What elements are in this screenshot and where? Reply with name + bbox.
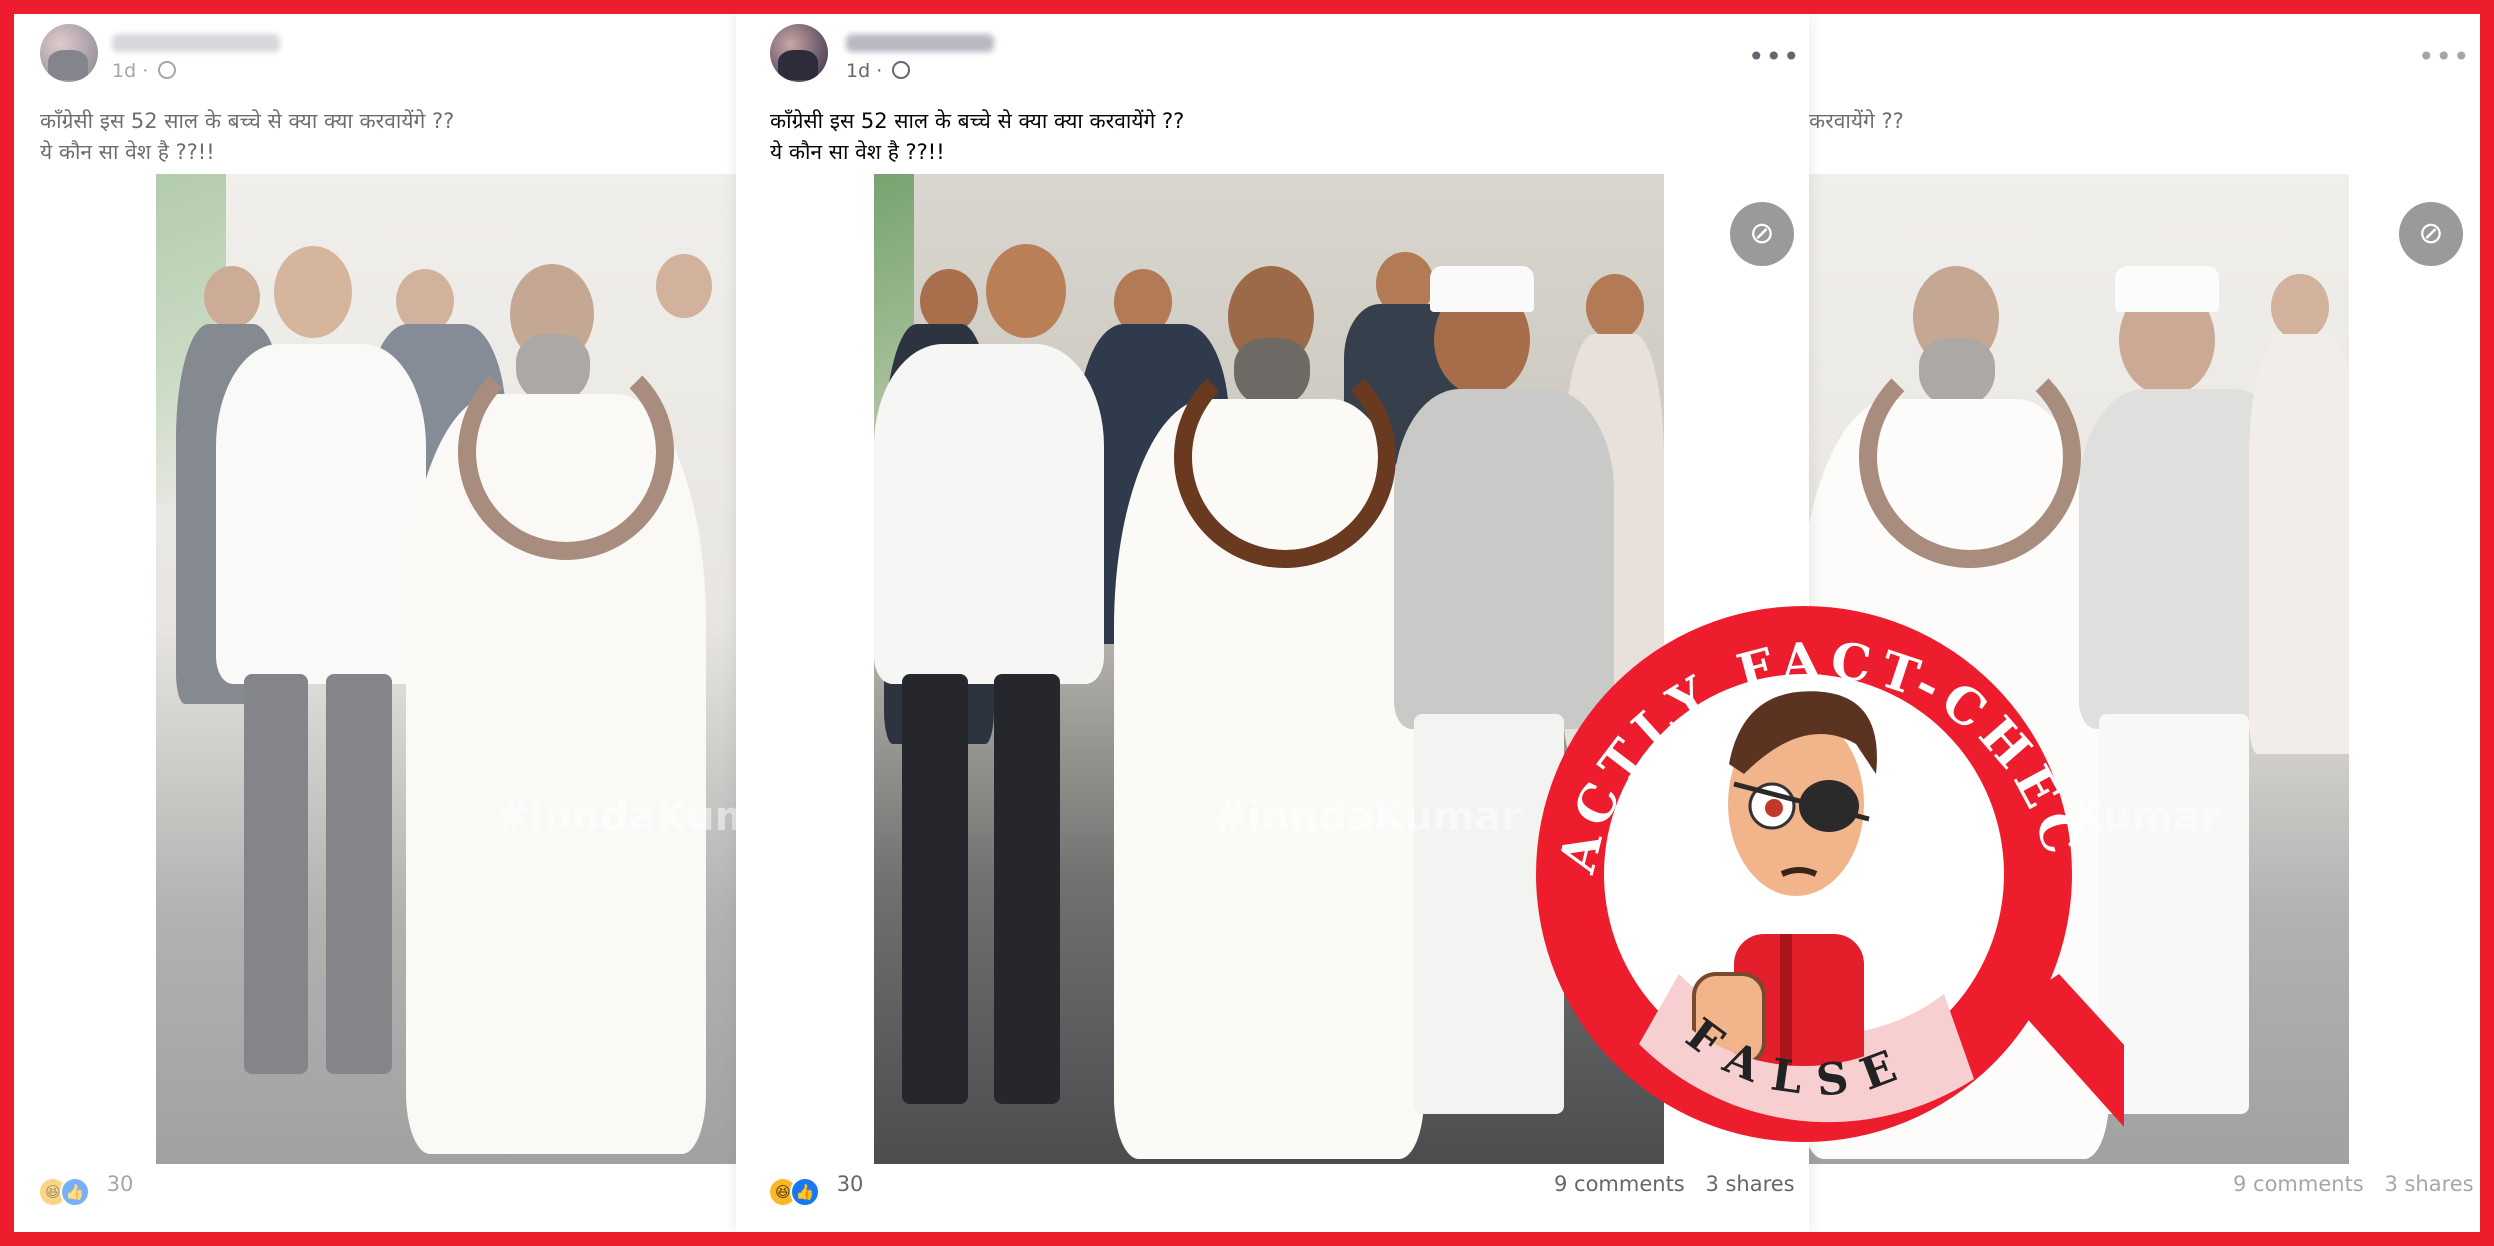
- reaction-count: 30: [106, 1172, 134, 1196]
- post-time[interactable]: 1d: [846, 60, 870, 82]
- fact-check-badge: FACTLY FACT-CHECK FALSE: [1504, 574, 2124, 1142]
- post-caption-clipped: करवायेंगे ??: [1809, 106, 1904, 137]
- reactions-summary[interactable]: 😆 👍 30: [40, 1172, 133, 1207]
- author-name-blurred[interactable]: [846, 34, 994, 52]
- caption-line-1: कॉंग्रेसी इस 52 साल के बच्चे से क्या क्य…: [770, 109, 1185, 133]
- eye-slash-icon[interactable]: ⊘: [2399, 202, 2463, 266]
- eye-slash-icon[interactable]: ⊘: [1730, 202, 1794, 266]
- reaction-count: 30: [836, 1172, 864, 1196]
- watermark: #inndaKumar: [1214, 794, 1521, 840]
- globe-icon: [892, 61, 911, 79]
- reactions-summary[interactable]: 😆 👍 30: [770, 1172, 863, 1207]
- comments-link[interactable]: 9 comments: [2233, 1172, 2364, 1196]
- caption-line-1: करवायेंगे ??: [1809, 109, 1904, 133]
- avatar[interactable]: [40, 24, 98, 82]
- post-card-left: 1d · कॉंग्रेसी इस 52 साल के बच्चे से क्य…: [14, 14, 736, 1232]
- avatar[interactable]: [770, 24, 828, 82]
- caption-line-2: ये कौन सा वेश है ??!!: [40, 140, 215, 164]
- caption-line-2: ये कौन सा वेश है ??!!: [770, 140, 945, 164]
- post-caption: कॉंग्रेसी इस 52 साल के बच्चे से क्या क्य…: [770, 106, 1184, 168]
- more-options-icon[interactable]: •••: [1748, 40, 1801, 73]
- author-name-blurred[interactable]: [112, 34, 280, 52]
- watermark: #inndaKumar: [496, 794, 736, 840]
- post-caption: कॉंग्रेसी इस 52 साल के बच्चे से क्या क्य…: [40, 106, 454, 168]
- like-icon: 👍: [790, 1177, 820, 1207]
- more-options-icon[interactable]: •••: [2418, 40, 2471, 73]
- engagement-counts: 9 comments 3 shares: [2233, 1172, 2474, 1196]
- fact-check-collage: 1d · कॉंग्रेसी इस 52 साल के बच्चे से क्य…: [14, 14, 2480, 1232]
- like-icon: 👍: [60, 1177, 90, 1207]
- globe-icon: [158, 61, 177, 79]
- post-time[interactable]: 1d: [112, 60, 136, 82]
- shares-link[interactable]: 3 shares: [2384, 1172, 2473, 1196]
- post-meta: 1d ·: [846, 60, 911, 82]
- post-meta: 1d ·: [112, 60, 177, 82]
- caption-line-1: कॉंग्रेसी इस 52 साल के बच्चे से क्या क्य…: [40, 109, 455, 133]
- post-photo[interactable]: #inndaKumar: [156, 174, 736, 1164]
